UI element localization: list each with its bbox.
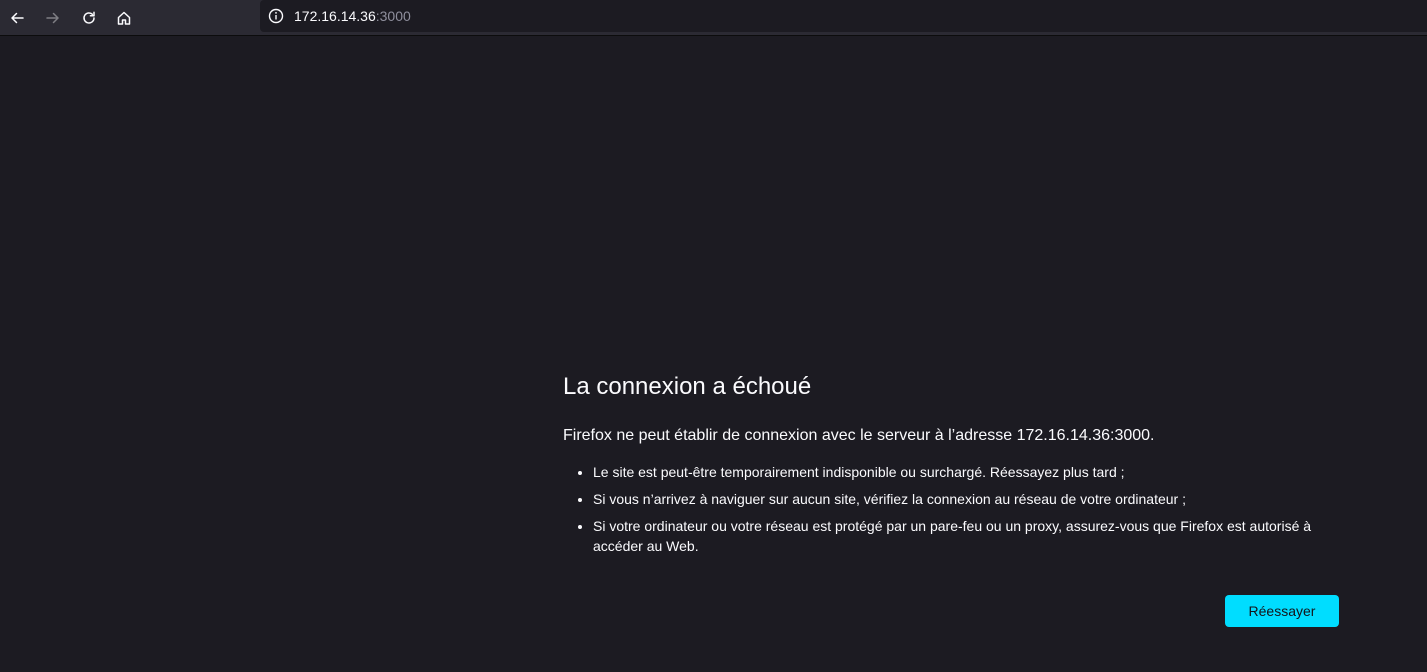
list-item: Si votre ordinateur ou votre réseau est … [593, 516, 1341, 556]
home-icon [117, 11, 131, 25]
reload-button[interactable] [73, 2, 105, 34]
url-port: :3000 [375, 8, 411, 24]
url-bar[interactable]: 172.16.14.36:3000 [260, 0, 1427, 32]
list-item: Si vous n’arrivez à naviguer sur aucun s… [593, 489, 1341, 509]
retry-button[interactable]: Réessayer [1225, 595, 1339, 627]
info-circle-icon[interactable] [267, 7, 285, 25]
browser-toolbar: 172.16.14.36:3000 [0, 0, 1427, 36]
arrow-right-icon [46, 12, 59, 24]
url-host: 172.16.14.36 [294, 8, 376, 24]
error-suggestions-list: Le site est peut-être temporairement ind… [563, 462, 1341, 556]
reload-icon [83, 11, 95, 24]
list-item: Le site est peut-être temporairement ind… [593, 462, 1341, 482]
error-intro: Firefox ne peut établir de connexion ave… [563, 427, 1155, 444]
home-button[interactable] [108, 2, 140, 34]
arrow-left-icon [11, 12, 24, 24]
url-text[interactable]: 172.16.14.36:3000 [294, 8, 411, 24]
forward-button[interactable] [37, 2, 69, 34]
error-content: La connexion a échoué Firefox ne peut ét… [563, 370, 1363, 563]
back-button[interactable] [1, 2, 33, 34]
error-title: La connexion a échoué [563, 373, 812, 400]
